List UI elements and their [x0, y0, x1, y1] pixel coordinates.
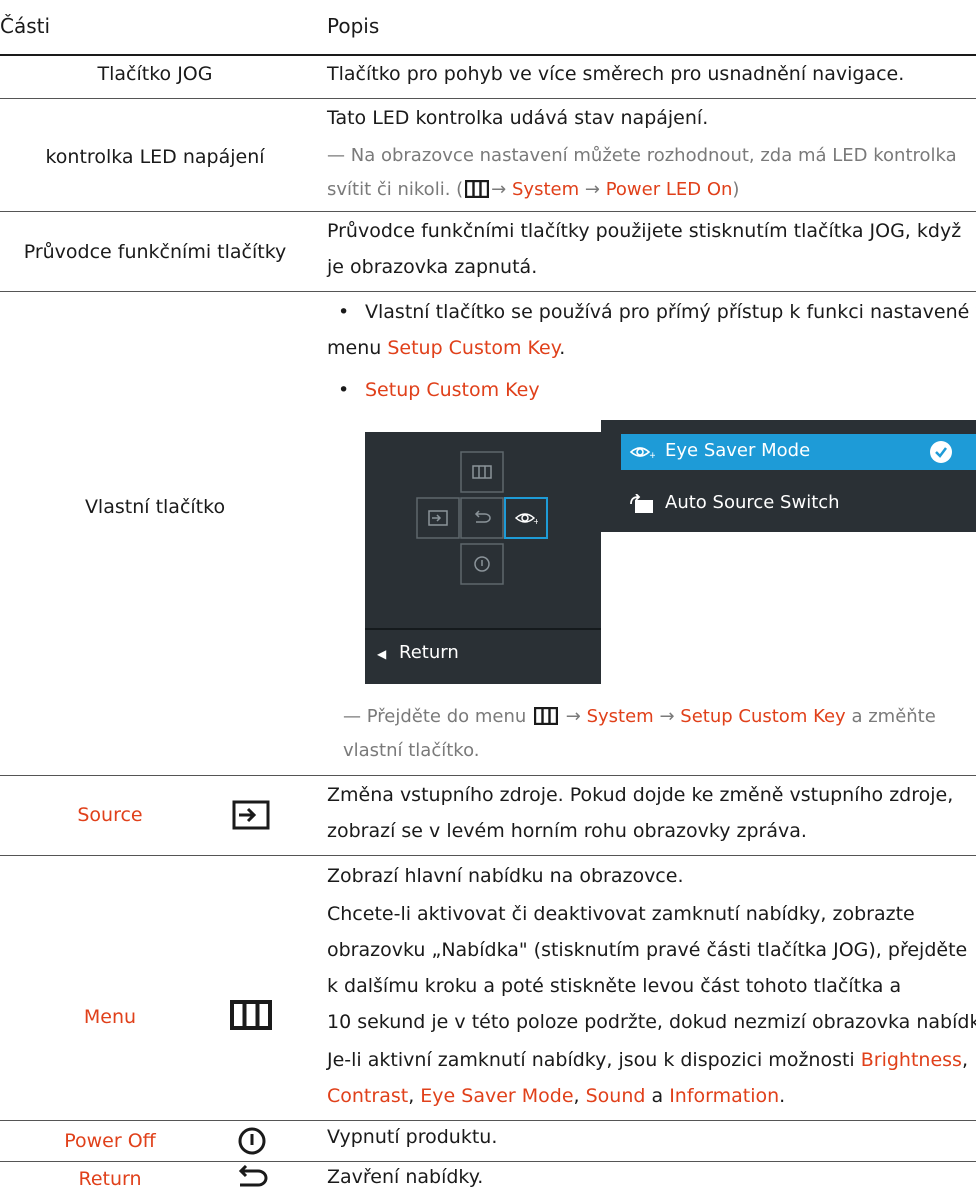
comma: , — [961, 1049, 969, 1071]
bullet-dot: • — [338, 379, 350, 401]
desc-guide-line2: je obrazovka zapnutá. — [327, 256, 538, 278]
link-system: System — [586, 706, 654, 727]
source-icon — [428, 510, 448, 526]
desc-power-off: Vypnutí produktu. — [327, 1126, 498, 1148]
part-power-led: kontrolka LED napájení — [45, 146, 265, 168]
link-system: System — [512, 179, 580, 200]
return-icon — [238, 1165, 268, 1187]
arrow: → — [659, 706, 675, 727]
arrow: → — [491, 179, 507, 200]
header-description: Popis — [327, 14, 380, 38]
bullet-dot: • — [338, 301, 350, 323]
osd-return-bar[interactable]: ◀ Return — [365, 628, 601, 684]
osd-jog-diagram — [416, 451, 548, 585]
note-suffix: a změňte — [851, 706, 936, 727]
desc-jog-button: Tlačítko pro pohyb ve více směrech pro u… — [327, 63, 905, 85]
row-divider — [0, 855, 976, 856]
bullet1-line1: Vlastní tlačítko se používá pro přímý př… — [365, 301, 976, 323]
menu-icon — [230, 1000, 272, 1030]
part-return: Return — [78, 1168, 142, 1190]
osd-return-label: Return — [399, 642, 459, 663]
osd-menu-item-label: Eye Saver Mode — [665, 440, 811, 461]
link-brightness: Brightness — [860, 1049, 962, 1071]
note-line1: Na obrazovce nastavení můžete rozhodnout… — [350, 145, 957, 166]
link-sound: Sound — [585, 1085, 646, 1107]
note-custom-key: — Přejděte do menu → System → Setup Cust… — [343, 700, 973, 768]
desc-menu-line7: Contrast, Eye Saver Mode, Sound a Inform… — [327, 1079, 976, 1113]
osd-custom-key-menu: + Eye Saver Mode Auto Source Switch — [601, 420, 976, 532]
svg-text:+: + — [649, 451, 655, 460]
link-information: Information — [669, 1085, 780, 1107]
comma: , — [573, 1085, 586, 1107]
arrow: → — [584, 179, 600, 200]
row-divider — [0, 291, 976, 292]
desc-power-led: Tato LED kontrolka udává stav napájení. — [327, 107, 709, 129]
link-power-led-on: Power LED On — [605, 179, 733, 200]
period: . — [779, 1085, 786, 1107]
part-power-off: Power Off — [64, 1130, 156, 1152]
note-line2: vlastní tlačítko. — [343, 740, 480, 761]
bullet1-prefix: menu — [327, 337, 388, 359]
auto-source-icon — [630, 494, 653, 513]
note-power-led: — Na obrazovce nastavení můžete rozhodno… — [327, 139, 976, 207]
conjunction: a — [645, 1085, 670, 1107]
note-suffix: ) — [732, 179, 740, 200]
desc-menu-line6: Je-li aktivní zamknutí nabídky, jsou k d… — [327, 1043, 976, 1077]
osd-menu-item-label: Auto Source Switch — [665, 492, 840, 513]
link-setup-custom-key: Setup Custom Key — [680, 706, 846, 727]
desc-menu-line1: Zobrazí hlavní nabídku na obrazovce. — [327, 865, 684, 887]
bullet2-setup-custom-key: Setup Custom Key — [365, 379, 540, 401]
row-divider — [0, 211, 976, 212]
caret-left-icon: ◀ — [377, 647, 387, 661]
desc-menu-line2: Chcete-li aktivovat či deaktivovat zamkn… — [327, 903, 915, 925]
row-divider — [0, 775, 976, 776]
eye-saver-icon: + — [514, 513, 538, 526]
power-icon — [474, 556, 490, 572]
link-eye-saver-mode: Eye Saver Mode — [420, 1085, 574, 1107]
part-function-key-guide: Průvodce funkčními tlačítky — [23, 241, 287, 263]
part-custom-key: Vlastní tlačítko — [84, 496, 226, 518]
link-setup-custom-key: Setup Custom Key — [387, 337, 560, 359]
desc-source-line1: Změna vstupního zdroje. Pokud dojde ke z… — [327, 784, 954, 806]
desc-guide-line1: Průvodce funkčními tlačítky použijete st… — [327, 220, 962, 242]
osd-jog-panel: + ◀ Return — [365, 432, 601, 684]
part-jog-button: Tlačítko JOG — [97, 63, 213, 85]
eye-saver-icon: + — [629, 447, 655, 460]
desc-menu-line6-prefix: Je-li aktivní zamknutí nabídky, jsou k d… — [327, 1049, 861, 1071]
header-rule — [0, 54, 976, 56]
desc-menu-line4: k dalšímu kroku a poté stiskněte levou č… — [327, 975, 902, 997]
link-contrast: Contrast — [327, 1085, 409, 1107]
row-divider — [0, 98, 976, 99]
comma: , — [408, 1085, 421, 1107]
osd-menu-item-auto-source[interactable]: Auto Source Switch — [621, 486, 976, 522]
part-menu: Menu — [83, 1006, 137, 1028]
power-icon — [238, 1127, 266, 1155]
arrow: → — [565, 706, 581, 727]
menu-icon — [534, 707, 559, 725]
note-dash: — — [343, 706, 367, 727]
bullet1-line2: menu Setup Custom Key. — [327, 330, 565, 366]
menu-icon — [465, 180, 490, 198]
source-icon — [232, 800, 270, 830]
note-dash: — — [327, 145, 351, 166]
part-source: Source — [77, 804, 143, 826]
check-circle-icon — [930, 441, 952, 463]
note-prefix: svítit či nikoli. ( — [327, 179, 464, 200]
svg-text:+: + — [533, 517, 538, 526]
bullet1-end: . — [559, 337, 566, 359]
header-parts: Části — [0, 14, 51, 38]
desc-menu-line5: 10 sekund je v této poloze podržte, doku… — [327, 1011, 976, 1033]
osd-menu-item-eye-saver[interactable]: + Eye Saver Mode — [621, 434, 976, 470]
menu-icon — [472, 465, 492, 479]
note-prefix: Přejděte do menu — [366, 706, 527, 727]
return-icon — [474, 510, 491, 523]
desc-source-line2: zobrazí se v levém horním rohu obrazovky… — [327, 820, 807, 842]
desc-menu-line3: obrazovku „Nabídka" (stisknutím pravé čá… — [327, 939, 968, 961]
